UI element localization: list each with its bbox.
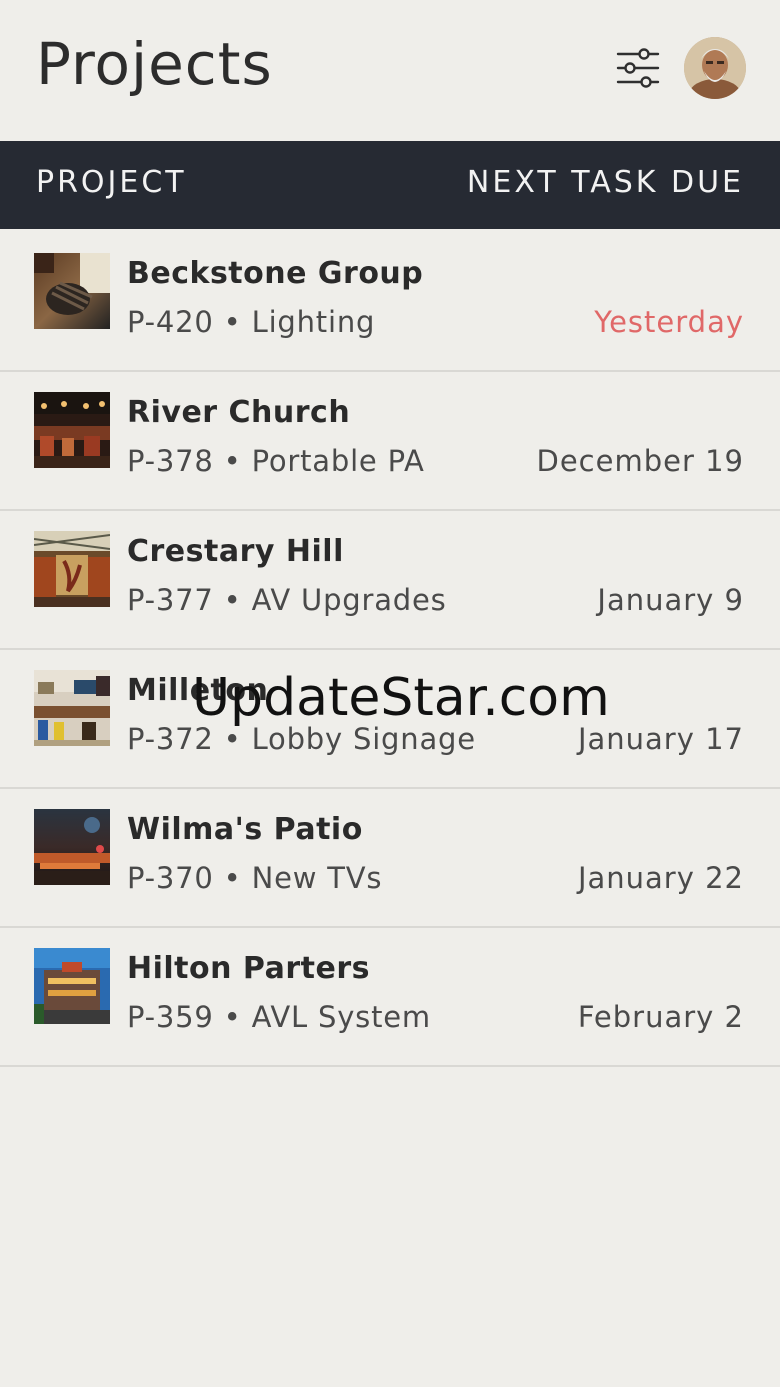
- project-due-date: Yesterday: [594, 305, 744, 339]
- column-project-label[interactable]: PROJECT: [36, 165, 187, 200]
- project-subtitle: P-377 • AV Upgrades: [127, 583, 447, 617]
- project-subtitle: P-372 • Lobby Signage: [127, 722, 476, 756]
- project-thumbnail: [34, 670, 110, 746]
- project-due-date: February 2: [577, 1000, 744, 1034]
- project-thumbnail: [34, 392, 110, 468]
- project-thumbnail: [34, 531, 110, 607]
- project-row-milleton[interactable]: Milleton P-372 • Lobby Signage January 1…: [0, 650, 780, 789]
- project-list: Beckstone Group P-420 • Lighting Yesterd…: [0, 233, 780, 1067]
- project-name: Wilma's Patio: [127, 812, 363, 847]
- project-name: Crestary Hill: [127, 534, 344, 569]
- project-due-date: January 17: [577, 722, 744, 756]
- top-header: Projects: [0, 0, 780, 141]
- project-subtitle: P-420 • Lighting: [127, 305, 376, 339]
- project-row-beckstone-group[interactable]: Beckstone Group P-420 • Lighting Yesterd…: [0, 233, 780, 372]
- project-row-wilmas-patio[interactable]: Wilma's Patio P-370 • New TVs January 22: [0, 789, 780, 928]
- project-name: Hilton Parters: [127, 951, 370, 986]
- project-row-crestary-hill[interactable]: Crestary Hill P-377 • AV Upgrades Januar…: [0, 511, 780, 650]
- user-avatar[interactable]: [684, 37, 746, 99]
- project-name: Beckstone Group: [127, 256, 424, 291]
- project-row-hilton-parters[interactable]: Hilton Parters P-359 • AVL System Februa…: [0, 928, 780, 1067]
- project-name: River Church: [127, 395, 351, 430]
- project-subtitle: P-359 • AVL System: [127, 1000, 431, 1034]
- column-header-bar: PROJECT NEXT TASK DUE: [0, 141, 780, 229]
- page-title: Projects: [36, 30, 273, 98]
- project-thumbnail: [34, 948, 110, 1024]
- project-due-date: December 19: [536, 444, 744, 478]
- project-subtitle: P-378 • Portable PA: [127, 444, 425, 478]
- app-root: Projects PROJECT NEXT TASK DUE Beckstone…: [0, 0, 780, 1387]
- project-subtitle: P-370 • New TVs: [127, 861, 383, 895]
- project-due-date: January 22: [577, 861, 744, 895]
- avatar-image: [684, 37, 746, 99]
- project-name: Milleton: [127, 673, 269, 708]
- project-row-river-church[interactable]: River Church P-378 • Portable PA Decembe…: [0, 372, 780, 511]
- filter-button[interactable]: [612, 44, 664, 92]
- column-next-task-due-label[interactable]: NEXT TASK DUE: [467, 165, 744, 200]
- sliders-icon: [616, 48, 660, 88]
- project-thumbnail: [34, 253, 110, 329]
- project-thumbnail: [34, 809, 110, 885]
- project-due-date: January 9: [597, 583, 744, 617]
